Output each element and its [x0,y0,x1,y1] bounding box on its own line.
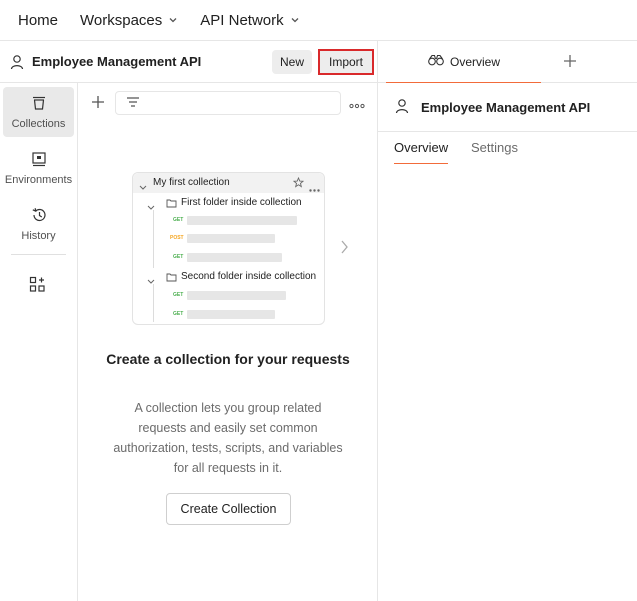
overview-binoculars-icon [427,54,445,69]
filter-icon [126,96,140,111]
environment-icon [31,151,47,170]
nav-api-network-label: API Network [200,11,284,29]
illustration-collection-name: My first collection [153,177,230,188]
nav-workspaces-label: Workspaces [80,11,163,29]
top-nav: Home Workspaces API Network [0,0,637,41]
method-get: GET [173,292,184,298]
search-filter-input[interactable] [115,91,341,115]
new-tab-icon[interactable] [563,54,577,71]
chevron-down-icon [290,15,300,25]
nav-home[interactable]: Home [18,12,58,29]
subtab-overview[interactable]: Overview [394,140,449,164]
person-icon [10,54,24,70]
history-icon [31,207,47,226]
right-panel-title: Employee Management API [421,99,591,115]
rail-label-collections: Collections [11,117,66,130]
import-button[interactable]: Import [318,48,374,75]
request-placeholder [187,253,282,262]
method-post: POST [170,235,184,241]
person-icon [395,98,409,117]
request-placeholder [187,234,275,243]
left-rail: Collections Environments History [0,83,78,601]
tree-line [153,284,154,322]
illustration-folder-2: Second folder inside collection [181,271,317,282]
rail-item-environments[interactable]: Environments [3,143,74,193]
workspace-header: Employee Management API New Import [0,41,377,83]
chevron-down-icon [168,15,178,25]
create-collection-button[interactable]: Create Collection [166,493,291,525]
right-tab-bar: Overview [378,41,637,83]
tree-line [153,210,154,268]
right-panel-header: Employee Management API [378,83,637,132]
nav-workspaces[interactable]: Workspaces [80,12,178,29]
illustration-folder-1: First folder inside collection [181,197,302,208]
method-get: GET [173,217,184,223]
request-placeholder [187,310,275,319]
tab-overview-label: Overview [449,54,500,69]
more-options-icon[interactable] [349,98,365,112]
new-button[interactable]: New [271,49,312,74]
nav-api-network[interactable]: API Network [200,12,299,29]
method-get: GET [173,254,184,260]
rail-item-collections[interactable]: Collections [3,87,74,137]
chevron-down-icon [139,180,147,194]
folder-icon [166,197,177,211]
empty-state-description: A collection lets you group related requ… [113,401,343,475]
request-placeholder [187,216,297,225]
chevron-right-icon[interactable] [340,239,349,258]
workspace-title: Employee Management API [32,54,202,69]
add-apps-icon[interactable] [29,276,46,296]
tab-overview[interactable]: Overview [386,41,541,83]
trash-can-collections-icon [31,95,47,114]
add-collection-icon[interactable] [90,94,106,113]
nav-home-label: Home [18,11,59,29]
method-get: GET [173,311,184,317]
rail-label-history: History [21,229,56,242]
request-placeholder [187,291,286,300]
rail-label-environments: Environments [4,173,73,186]
rail-divider [11,254,66,255]
empty-state-title: Create a collection for your requests [106,351,350,367]
rail-item-history[interactable]: History [3,199,74,249]
folder-icon [166,271,177,285]
collection-illustration: My first collection First folder inside … [132,172,325,325]
more-options-icon [309,181,320,195]
subtab-settings[interactable]: Settings [471,140,518,164]
star-icon [292,176,305,191]
